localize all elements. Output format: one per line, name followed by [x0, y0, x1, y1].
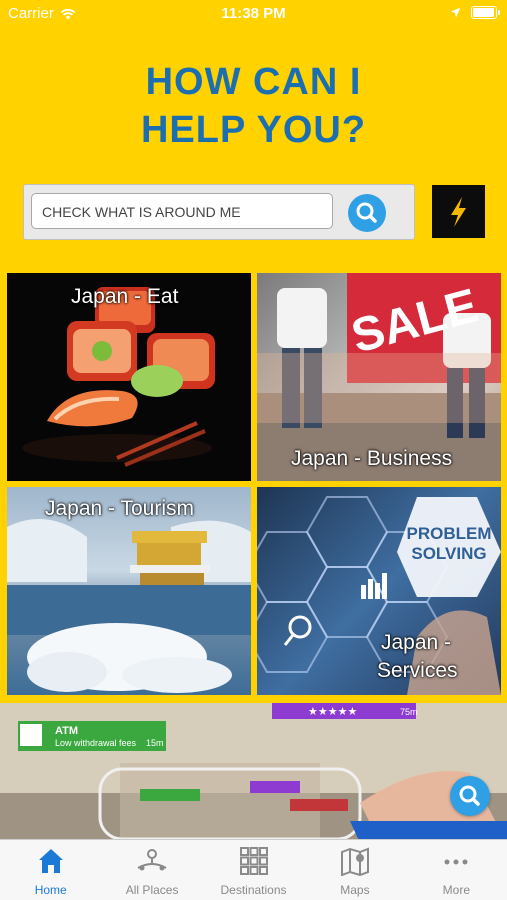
- title-line-1: HOW CAN I: [145, 61, 362, 103]
- title-line-2: HELP YOU?: [140, 109, 367, 151]
- search-icon: [459, 785, 480, 806]
- search-icon: [356, 202, 377, 223]
- tile-label-line-1: Japan -: [381, 631, 452, 654]
- search-input[interactable]: CHECK WHAT IS AROUND ME: [31, 193, 333, 229]
- atm-sub: Low withdrawal fees: [55, 738, 137, 748]
- places-icon: [137, 849, 167, 871]
- badge-line-1: PROBLEM: [407, 524, 492, 543]
- status-time: 11:38 PM: [221, 5, 286, 22]
- ar-street-image: ★★★★★ 75m ATM Low withdrawal fees 15m: [0, 703, 507, 843]
- tab-label: Maps: [340, 883, 370, 897]
- map-icon: [340, 847, 369, 876]
- tab-bar: Home All Places Destinations Maps More: [0, 839, 507, 900]
- home-icon: [38, 849, 63, 873]
- tile-label: Japan - Tourism: [45, 497, 195, 520]
- stars: ★★★★★: [308, 706, 357, 718]
- ar-banner[interactable]: ★★★★★ 75m ATM Low withdrawal fees 15m: [0, 703, 507, 843]
- floating-search-button[interactable]: [450, 776, 490, 816]
- bar-chart-icon: [361, 573, 387, 599]
- flash-button[interactable]: [432, 185, 485, 238]
- tab-label: Home: [34, 883, 67, 897]
- search-bar: CHECK WHAT IS AROUND ME: [23, 184, 415, 240]
- status-right: [450, 6, 500, 19]
- tab-all-places[interactable]: All Places: [101, 840, 202, 900]
- tile-label: Japan - Eat: [71, 285, 179, 308]
- lightning-icon: [451, 197, 466, 227]
- grid-icon: [239, 847, 268, 875]
- tile-label-line-2: Services: [377, 659, 458, 682]
- tab-maps[interactable]: Maps: [304, 840, 405, 900]
- tab-more[interactable]: More: [406, 840, 507, 900]
- atm-distance: 15m: [146, 738, 164, 748]
- tile-japan-eat[interactable]: Japan - Eat: [7, 273, 251, 481]
- tab-label: More: [442, 883, 470, 897]
- tab-label: All Places: [125, 883, 179, 897]
- tab-home[interactable]: Home: [0, 840, 101, 900]
- atm-title: ATM: [55, 725, 78, 737]
- page-title: HOW CAN I HELP YOU?: [0, 58, 507, 154]
- top-distance: 75m: [400, 707, 418, 717]
- location-arrow-icon: [450, 7, 461, 18]
- more-dots-icon: [444, 859, 468, 865]
- tab-label: Destinations: [220, 883, 287, 897]
- badge-line-2: SOLVING: [411, 544, 486, 563]
- battery-icon: [471, 6, 500, 19]
- search-button[interactable]: [348, 194, 386, 232]
- tile-japan-business[interactable]: SALE Japan - Business: [257, 273, 501, 481]
- tile-japan-tourism[interactable]: Japan - Tourism: [7, 487, 251, 695]
- tile-japan-services[interactable]: PROBLEM SOLVING Japan - Services: [257, 487, 501, 695]
- tile-label: Japan - Business: [291, 447, 453, 470]
- tab-destinations[interactable]: Destinations: [203, 840, 304, 900]
- magnifier-icon: [288, 615, 312, 639]
- status-bar: Carrier 11:38 PM: [0, 0, 507, 28]
